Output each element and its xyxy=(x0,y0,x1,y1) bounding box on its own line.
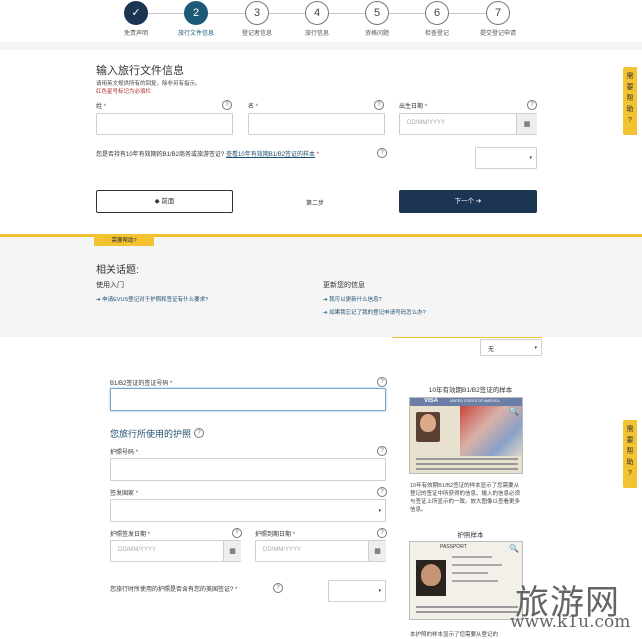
expiry-date-label: 护照到期日期 * xyxy=(255,532,296,538)
expiry-date-calendar-button[interactable]: ▦ xyxy=(368,541,386,561)
step-7-circle: 7 xyxy=(486,1,510,25)
chevron-down-icon: ▾ xyxy=(529,155,532,161)
dob-help-icon[interactable]: ? xyxy=(527,100,537,110)
passport-sample-caption: 本护照的样本显示了您需要从登记的 xyxy=(410,632,499,638)
dob-placeholder: DD/MM/YYYY xyxy=(407,120,446,126)
us-visa-question: 您旅行时所使用的护照是否含有您的美国签证? * xyxy=(110,587,238,593)
dob-calendar-button[interactable]: ▦ xyxy=(516,114,537,134)
step-6-label: 检查登记 xyxy=(424,31,449,37)
passport-sample-title: 护照样本 xyxy=(457,532,484,539)
issue-date-label: 护照签发日期 * xyxy=(110,532,151,538)
step-3-label: 登记者信息 xyxy=(241,31,272,37)
related-link-requirements[interactable]: ➔ 申请EVUS登记对于护照和签证有什么要求? xyxy=(96,295,208,303)
step-3-circle: 3 xyxy=(245,1,269,25)
visa-sample-title: 10年有效期B1/B2签证的样本 xyxy=(428,387,513,394)
required-note: 红色星号标记为必填栏 xyxy=(96,89,152,95)
calendar-icon: ▦ xyxy=(229,548,236,555)
expiry-date-input[interactable]: DD/MM/YYYY ▦ xyxy=(255,540,386,562)
chevron-down-icon: ▾ xyxy=(378,588,381,594)
surname-help-icon[interactable]: ? xyxy=(222,100,232,110)
issuing-country-label: 签发国家 * xyxy=(110,491,139,497)
step-2-label: 旅行文件信息 xyxy=(177,31,214,37)
step-1-circle: ✓ xyxy=(124,1,148,25)
page-title: 输入旅行文件信息 xyxy=(96,65,184,77)
step-5-label: 资格问题 xyxy=(364,31,389,37)
prev-button[interactable]: ◆ 前面 xyxy=(96,190,233,213)
passport-sample-image[interactable]: PASSPORT 🔍 xyxy=(409,541,523,620)
passport-number-input[interactable] xyxy=(110,458,386,481)
visa-question-help-icon[interactable]: ? xyxy=(377,148,387,158)
related-link-forgot-number[interactable]: ➔ 如果我忘记了我的登记申请号码怎么办? xyxy=(323,308,426,316)
step-4-circle: 4 xyxy=(305,1,329,25)
passport-section-title: 您旅行所使用的护照 xyxy=(110,429,192,439)
side-help-tab-bottom[interactable]: 需要帮助? xyxy=(623,420,637,488)
dob-input[interactable]: DD/MM/YYYY ▦ xyxy=(399,113,537,135)
step-4-label: 旅行信息 xyxy=(304,31,329,37)
update-info-heading: 更新您的信息 xyxy=(323,282,365,289)
issuing-country-select[interactable]: ▾ xyxy=(110,499,386,522)
given-name-input[interactable] xyxy=(248,113,385,135)
top-select[interactable]: 无 ▾ xyxy=(480,339,542,356)
related-link-update[interactable]: ➔ 我可以更新什么信息? xyxy=(323,295,382,303)
passport-number-label: 护照号码 * xyxy=(110,450,139,456)
step-5-circle: 5 xyxy=(365,1,389,25)
step-2-circle: 2 xyxy=(184,1,208,25)
step-indicator: 第二步 xyxy=(306,201,325,207)
step-7-label: 提交登记申请 xyxy=(479,31,516,37)
visa-number-help-icon[interactable]: ? xyxy=(377,377,387,387)
visa-question: 您是否持有10年有效期的B1/B2商务或旅游签证? 查看10年有效期B1/B2签… xyxy=(96,152,320,158)
visa-number-input[interactable] xyxy=(110,388,386,411)
instruction-text: 请用英文规供所有的回复，除非另有指示。 xyxy=(96,81,201,87)
given-name-label: 名 * xyxy=(248,104,259,110)
issue-date-calendar-button[interactable]: ▦ xyxy=(223,541,241,561)
section-top-accent xyxy=(392,337,542,338)
expiry-date-help-icon[interactable]: ? xyxy=(377,528,387,538)
visa-sample-caption: 10年有效期B1/B2签证的样本显示了您需要从登记的签证中所获得的信息。输入的信… xyxy=(410,483,521,513)
issue-date-help-icon[interactable]: ? xyxy=(232,528,242,538)
passport-section-help-icon[interactable]: ? xyxy=(194,428,204,438)
side-help-tab-top[interactable]: 需要帮助? xyxy=(623,67,637,135)
step-1-label: 免责声明 xyxy=(123,31,148,37)
surname-input[interactable] xyxy=(96,113,233,135)
zoom-icon[interactable]: 🔍 xyxy=(509,407,519,416)
need-help-tab[interactable]: 需要帮助? xyxy=(94,237,154,246)
surname-label: 姓 * xyxy=(96,104,107,110)
dob-label: 出生日期 * xyxy=(399,104,428,110)
calendar-icon: ▦ xyxy=(374,548,381,555)
related-title: 相关话题: xyxy=(96,265,139,276)
visa-question-select[interactable]: ▾ xyxy=(475,147,537,169)
zoom-icon[interactable]: 🔍 xyxy=(509,544,519,553)
calendar-icon: ▦ xyxy=(523,121,531,128)
chevron-down-icon: ▾ xyxy=(534,345,537,351)
header-divider xyxy=(0,42,642,50)
step-6-circle: 6 xyxy=(425,1,449,25)
visa-sample-link[interactable]: 查看10年有效期B1/B2签证的样本 xyxy=(226,152,315,158)
us-visa-select[interactable]: ▾ xyxy=(328,580,386,602)
next-button[interactable]: 下一个 ➔ xyxy=(399,190,537,213)
given-name-help-icon[interactable]: ? xyxy=(374,100,384,110)
visa-sample-image[interactable]: VISA UNITED STATES OF AMERICA 🔍 xyxy=(409,397,523,474)
passport-number-help-icon[interactable]: ? xyxy=(377,446,387,456)
issuing-country-help-icon[interactable]: ? xyxy=(377,487,387,497)
chevron-down-icon: ▾ xyxy=(378,508,381,514)
getting-started-heading: 使用入门 xyxy=(96,282,124,289)
issue-date-input[interactable]: DD/MM/YYYY ▦ xyxy=(110,540,241,562)
us-visa-help-icon[interactable]: ? xyxy=(273,583,283,593)
visa-number-label: B1/B2签证的签证号码 * xyxy=(110,381,173,387)
watermark-url: www.k1u.com xyxy=(510,612,631,632)
